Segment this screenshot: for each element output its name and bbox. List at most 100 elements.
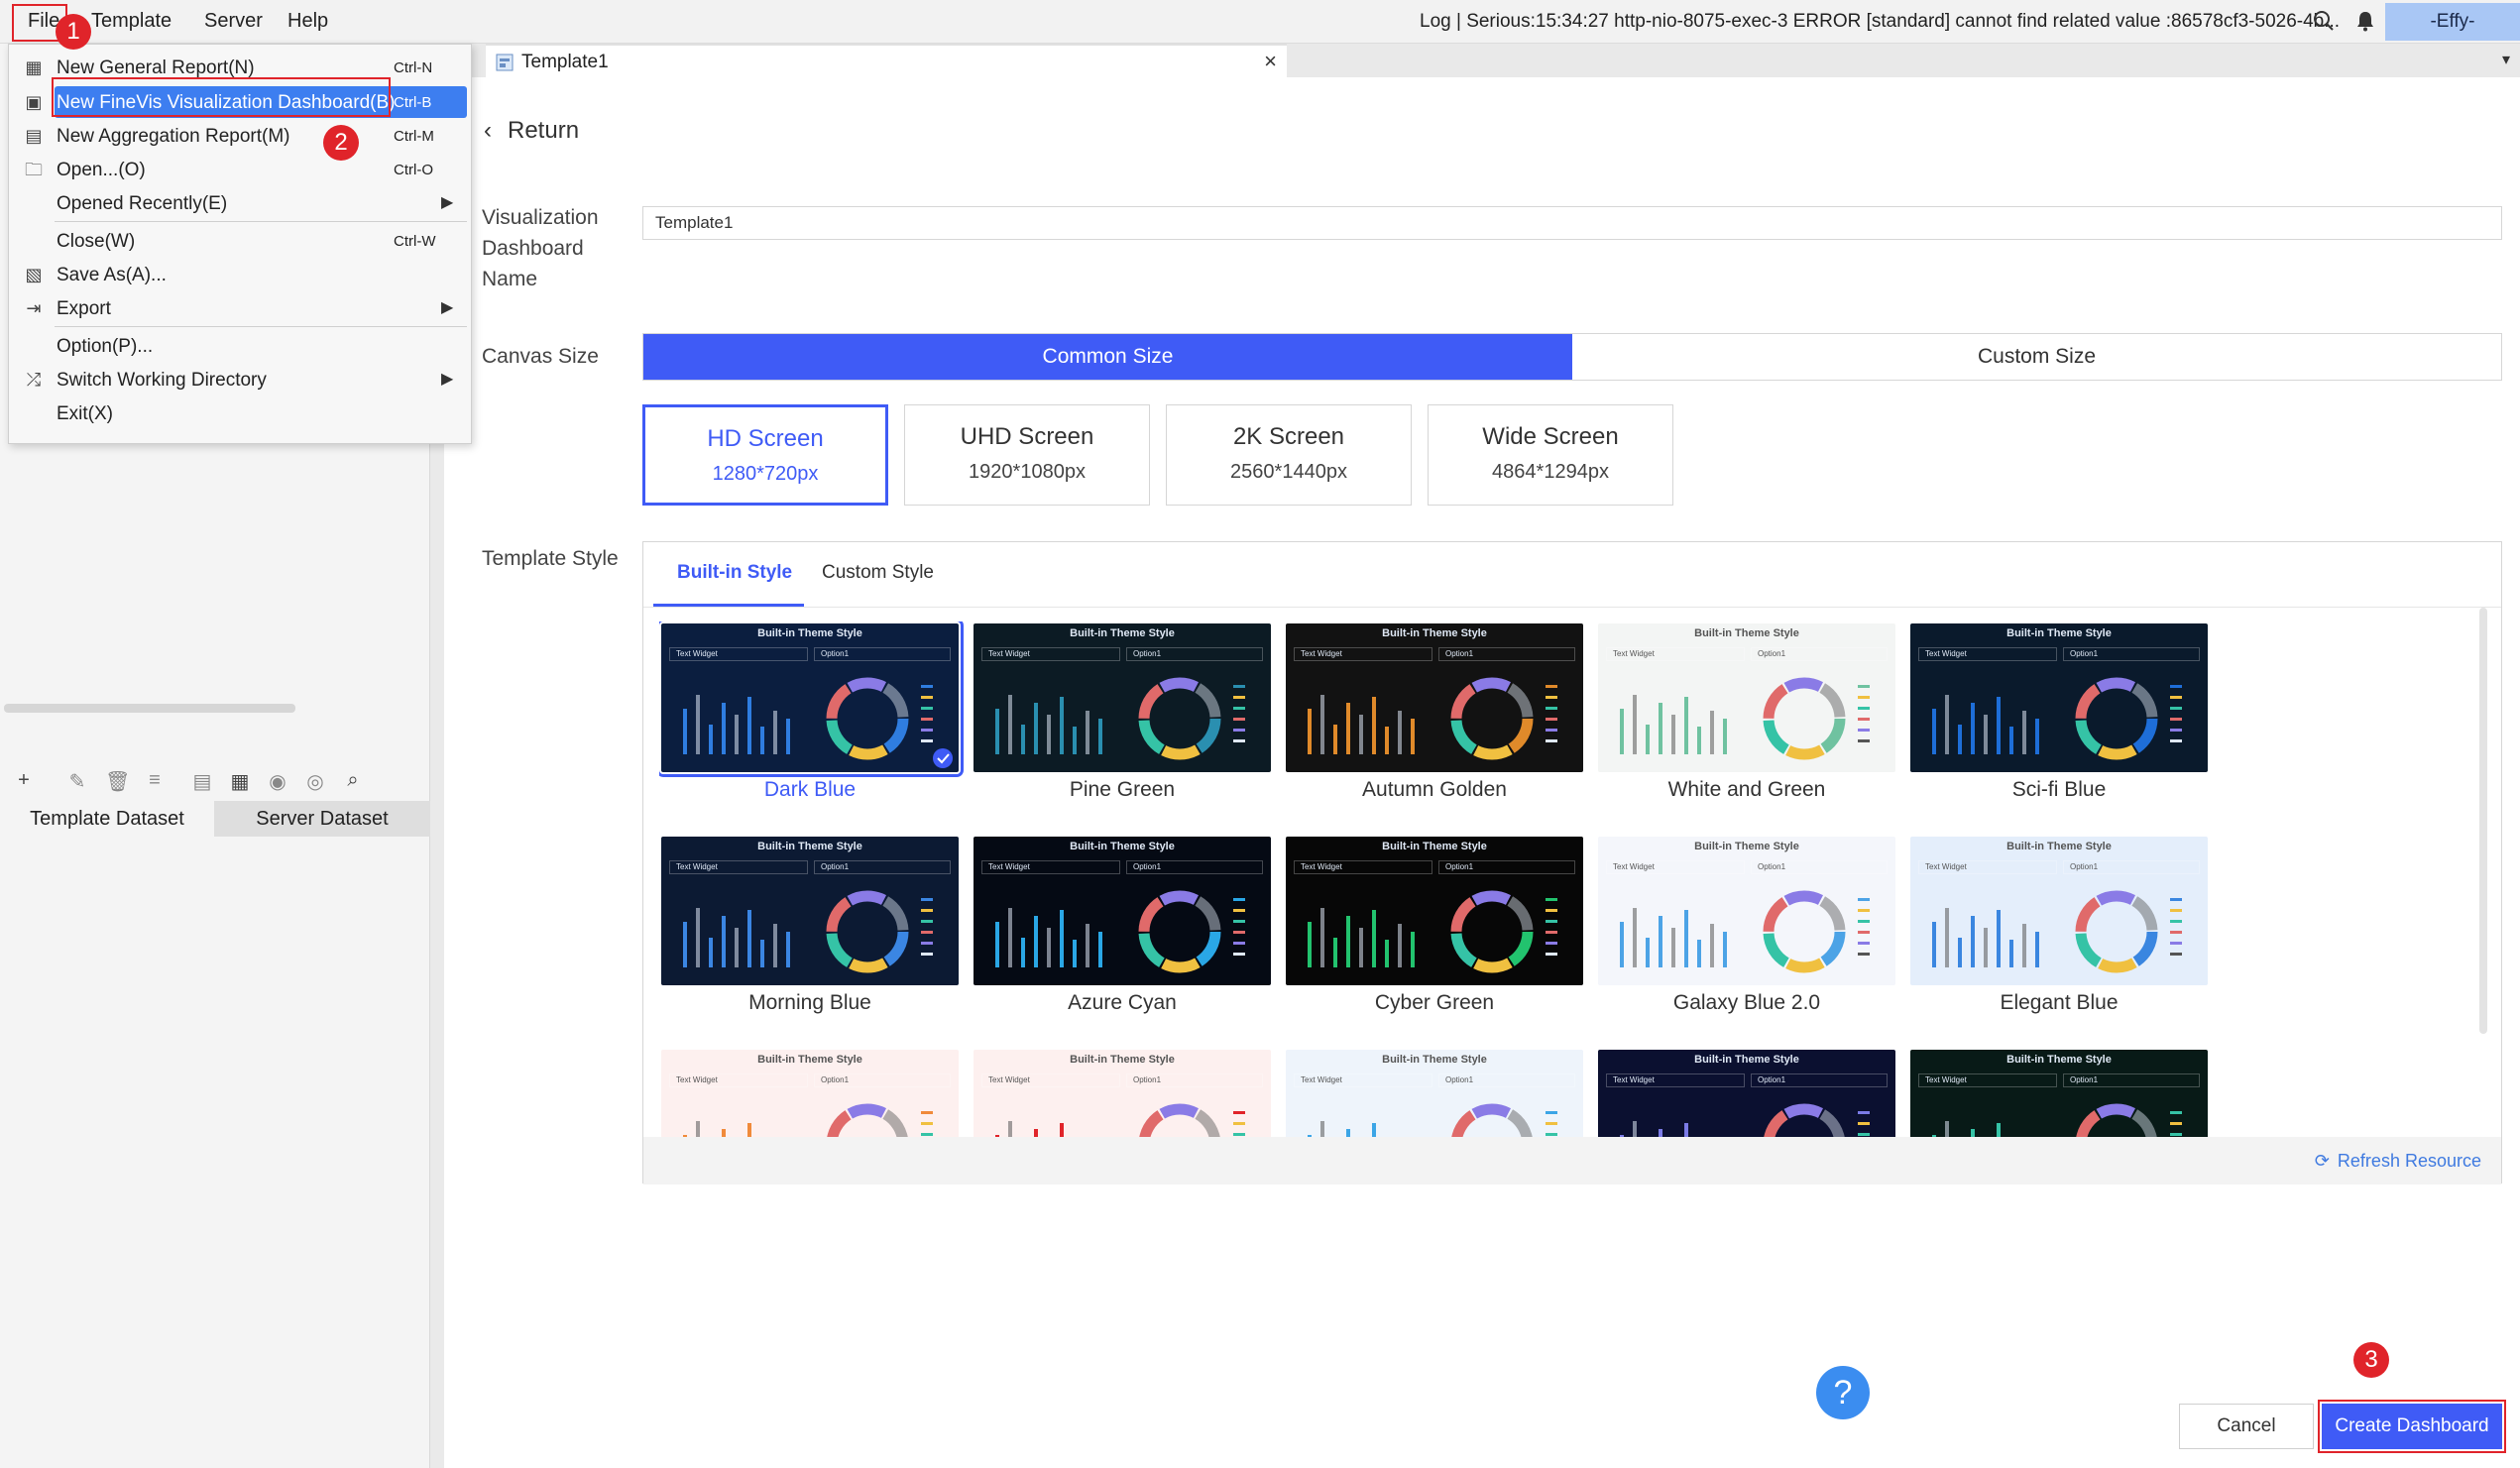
vertical-scrollbar[interactable] (2479, 608, 2487, 1034)
theme-thumbnail[interactable]: Built-in Theme Style Text Widget Option1 (1286, 623, 1583, 772)
tab-built-in-style[interactable]: Built-in Style (677, 562, 792, 584)
theme-thumbnail[interactable]: Built-in Theme Style Text Widget Option1 (1910, 623, 2208, 772)
panel-menu-icon[interactable]: ▾ (2502, 50, 2510, 69)
tab-server-dataset[interactable]: Server Dataset (214, 801, 430, 837)
theme-name[interactable]: Dark Blue (661, 778, 959, 802)
preview-icon[interactable]: ▤ (190, 769, 214, 793)
screen-resolution: 1280*720px (712, 463, 819, 485)
thumb-bar (1646, 725, 1650, 754)
search-icon[interactable] (2312, 9, 2336, 33)
menu-item-3[interactable]: 🗀 Open...(O) Ctrl-O (9, 153, 471, 186)
tab-template-dataset[interactable]: Template Dataset (0, 801, 214, 837)
thumb-legend-mark (1858, 696, 1870, 699)
theme-name[interactable]: Autumn Golden (1286, 778, 1583, 802)
export-icon: ⇥ (26, 298, 42, 318)
theme-thumbnail[interactable]: Built-in Theme Style Text Widget Option1 (1598, 623, 1895, 772)
theme-name[interactable]: Elegant Blue (1910, 991, 2208, 1015)
refresh-resource-button[interactable]: ⟳ Refresh Resource (2315, 1151, 2481, 1172)
edit-icon[interactable]: ✎ (65, 769, 89, 793)
thumb-bar (1984, 928, 1988, 967)
menu-item-4[interactable]: Opened Recently(E) ▶ (9, 186, 471, 220)
thumb-legend-mark (1858, 942, 1870, 945)
search-dataset-icon[interactable]: ⌕ (341, 769, 365, 793)
thumb-legend-mark (1233, 920, 1245, 923)
menu-server[interactable]: Server (204, 10, 263, 33)
dashboard-name-input[interactable]: Template1 (642, 206, 2502, 240)
cancel-button[interactable]: Cancel (2179, 1404, 2314, 1449)
menu-item-8[interactable]: Option(P)... (9, 329, 471, 363)
close-icon[interactable]: × (1264, 49, 1277, 74)
add-icon[interactable]: + (12, 769, 36, 793)
delete-icon[interactable]: 🗑 (105, 769, 130, 793)
theme-thumbnail[interactable]: Built-in Theme Style Text Widget Option1 (974, 623, 1271, 772)
theme-thumbnail[interactable]: Built-in Theme Style Text Widget Option1 (974, 837, 1271, 985)
common-size-option[interactable]: Common Size (643, 334, 1572, 380)
menu-help[interactable]: Help (287, 10, 328, 33)
menu-item-6[interactable]: ▧ Save As(A)... (9, 258, 471, 291)
thumb-bar (1945, 695, 1949, 754)
menu-item-7[interactable]: ⇥ Export ▶ (9, 291, 471, 325)
theme-name[interactable]: Azure Cyan (974, 991, 1271, 1015)
thumb-bar (1633, 695, 1637, 754)
custom-size-option[interactable]: Custom Size (1572, 334, 2501, 380)
horizontal-scrollbar[interactable] (4, 704, 295, 713)
theme-name[interactable]: Pine Green (974, 778, 1271, 802)
screen-card-uhd[interactable]: UHD Screen 1920*1080px (904, 404, 1150, 506)
menu-item-10[interactable]: Exit(X) (9, 396, 471, 430)
db-settings-icon[interactable]: ◉ (266, 769, 289, 793)
help-button[interactable]: ? (1816, 1366, 1870, 1419)
table-edit-icon[interactable]: ▦ (228, 769, 252, 793)
thumb-legend-mark (1546, 1133, 1557, 1136)
theme-thumbnail[interactable]: Built-in Theme Style Text Widget Option1 (1598, 837, 1895, 985)
theme-thumbnail[interactable]: Built-in Theme Style Text Widget Option1 (1910, 1050, 2208, 1137)
thumb-bar (696, 908, 700, 967)
theme-name[interactable]: Galaxy Blue 2.0 (1598, 991, 1895, 1015)
thumb-option-select: Option1 (1126, 1073, 1263, 1087)
thumb-bar (1333, 938, 1337, 967)
theme-thumbnail[interactable]: Built-in Theme Style Text Widget Option1 (1286, 837, 1583, 985)
theme-name[interactable]: Cyber Green (1286, 991, 1583, 1015)
screen-card-hd[interactable]: HD Screen 1280*720px (642, 404, 888, 506)
theme-thumbnail[interactable]: Built-in Theme Style Text Widget Option1 (1598, 1050, 1895, 1137)
screen-card-2k[interactable]: 2K Screen 2560*1440px (1166, 404, 1412, 506)
tab-custom-style[interactable]: Custom Style (822, 562, 934, 584)
menu-item-label: Close(W) (57, 231, 136, 252)
thumb-title: Built-in Theme Style (2006, 627, 2112, 639)
menu-item-2[interactable]: ▤ New Aggregation Report(M) Ctrl-M (9, 119, 471, 153)
return-button[interactable]: ‹ Return (484, 117, 579, 145)
thumb-bar (1359, 715, 1363, 754)
screen-card-wide[interactable]: Wide Screen 4864*1294px (1428, 404, 1673, 506)
user-name[interactable]: -Effy- (2385, 3, 2520, 41)
theme-thumbnail[interactable]: Built-in Theme Style Text Widget Option1 (661, 837, 959, 985)
thumb-legend-mark (2170, 931, 2182, 934)
thumb-legend-mark (921, 1111, 933, 1114)
theme-thumbnail[interactable]: Built-in Theme Style Text Widget Option1 (1910, 837, 2208, 985)
tab-template1[interactable]: Template1 × (486, 44, 1287, 77)
thumb-legend-mark (1546, 942, 1557, 945)
menu-item-5[interactable]: Close(W) Ctrl-W (9, 224, 471, 258)
bell-icon[interactable] (2353, 9, 2377, 33)
db-refresh-icon[interactable]: ◎ (303, 769, 327, 793)
log-status[interactable]: Log | Serious:15:34:27 http-nio-8075-exe… (1420, 11, 2340, 33)
canvas-size-toggle: Common Size Custom Size (642, 333, 2502, 381)
thumb-bar (2035, 932, 2039, 967)
theme-thumbnail[interactable]: Built-in Theme Style Text Widget Option1 (659, 621, 964, 777)
theme-thumbnail[interactable]: Built-in Theme Style Text Widget Option1 (974, 1050, 1271, 1137)
database-icon[interactable]: ≡ (143, 769, 167, 793)
theme-name[interactable]: Morning Blue (661, 991, 959, 1015)
menu-item-9[interactable]: ⤮ Switch Working Directory ▶ (9, 363, 471, 396)
thumb-bar (1008, 1121, 1012, 1137)
thumb-legend-mark (1858, 1122, 1870, 1125)
theme-name[interactable]: Sci-fi Blue (1910, 778, 2208, 802)
menu-template[interactable]: Template (91, 10, 172, 33)
thumb-legend-mark (1233, 739, 1245, 742)
thumb-option-select: Option1 (1126, 647, 1263, 661)
thumb-bar (1308, 922, 1312, 967)
thumb-bar (1398, 924, 1402, 967)
thumb-legend-mark (1546, 696, 1557, 699)
thumb-bar (1359, 928, 1363, 967)
theme-thumbnail[interactable]: Built-in Theme Style Text Widget Option1 (661, 1050, 959, 1137)
thumb-bar (760, 727, 764, 754)
theme-thumbnail[interactable]: Built-in Theme Style Text Widget Option1 (1286, 1050, 1583, 1137)
theme-name[interactable]: White and Green (1598, 778, 1895, 802)
